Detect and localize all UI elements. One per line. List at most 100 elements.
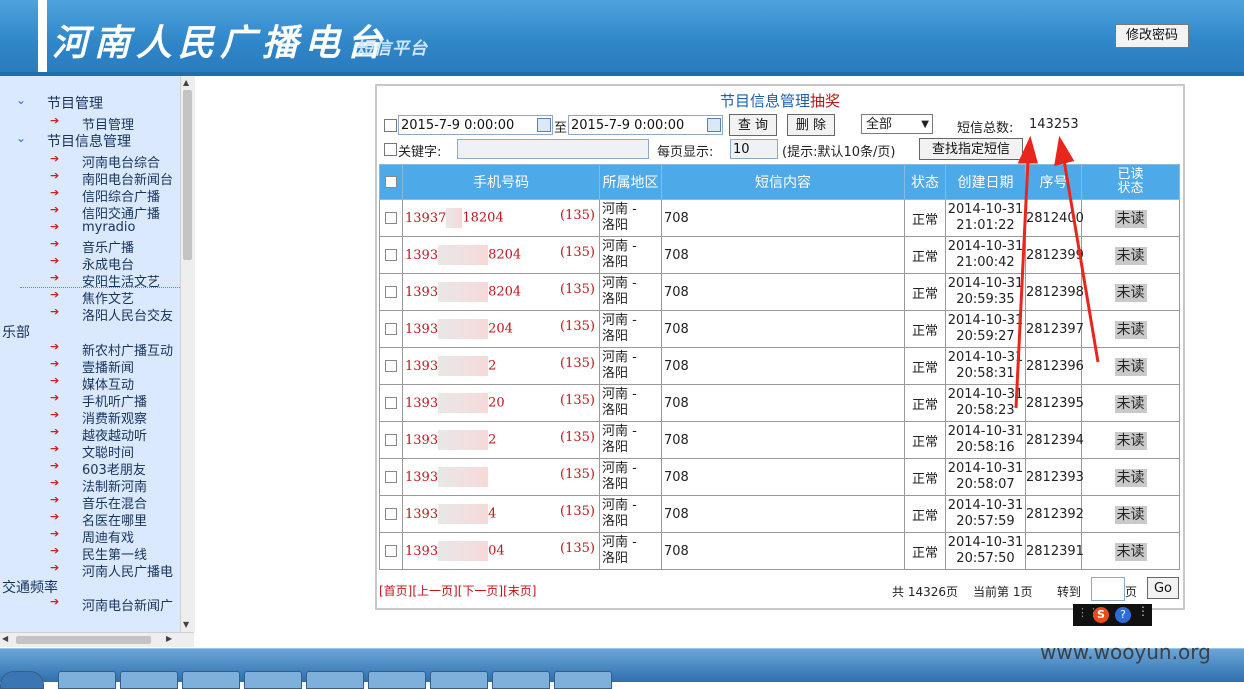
sidebar-horizontal-scrollbar[interactable]: ◀ ▶ (0, 632, 194, 647)
table-row: 1393 2 (135) 河南 - 洛阳 708 正常 2014-10-31 20:58:16 2… (379, 421, 1180, 459)
region-cell: 河南 - 洛阳 (599, 458, 662, 496)
taskbar-app[interactable] (58, 671, 116, 689)
read-status-cell[interactable]: 未读 (1081, 236, 1180, 274)
first-page-link[interactable]: [首页] (379, 584, 412, 598)
col-content: 短信内容 (661, 164, 905, 200)
start-button[interactable] (0, 671, 44, 689)
taskbar-app[interactable] (554, 671, 612, 689)
col-status: 状态 (904, 164, 946, 200)
date-cell: 2014-10-31 20:58:16 (945, 421, 1026, 459)
seq-cell: 2812398 (1025, 273, 1084, 311)
sogou-icon[interactable]: S (1093, 607, 1109, 623)
unread-badge[interactable]: 未读 (1114, 432, 1147, 450)
taskbar-app[interactable] (120, 671, 178, 689)
ime-toolbar[interactable]: ⋮⋮ S ? ⋮ (1073, 604, 1152, 626)
taskbar-app[interactable] (368, 671, 426, 689)
row-checkbox[interactable] (385, 434, 397, 446)
phone-cell: 1393 8204 (135) (402, 273, 600, 311)
row-checkbox[interactable] (385, 397, 397, 409)
unread-badge[interactable]: 未读 (1114, 358, 1147, 376)
help-icon[interactable]: ? (1115, 607, 1131, 623)
read-status-cell[interactable]: 未读 (1081, 199, 1180, 237)
read-status-cell[interactable]: 未读 (1081, 384, 1180, 422)
row-checkbox[interactable] (385, 471, 397, 483)
scrollbar-thumb[interactable] (16, 636, 151, 644)
row-select-cell[interactable] (379, 384, 403, 422)
keyword-input[interactable] (457, 139, 649, 159)
row-select-cell[interactable] (379, 273, 403, 311)
row-checkbox[interactable] (385, 212, 397, 224)
status-select[interactable]: 全部 ▼ (861, 114, 933, 134)
date-from-input[interactable]: 2015-7-9 0:00:00 (398, 115, 553, 135)
per-page-input[interactable]: 10 (730, 139, 778, 159)
unread-badge[interactable]: 未读 (1114, 506, 1147, 524)
read-status-cell[interactable]: 未读 (1081, 421, 1180, 459)
unread-badge[interactable]: 未读 (1114, 210, 1147, 228)
keyword-filter-checkbox[interactable] (384, 143, 397, 156)
read-status-cell[interactable]: 未读 (1081, 458, 1180, 496)
read-status-cell[interactable]: 未读 (1081, 495, 1180, 533)
read-status-cell[interactable]: 未读 (1081, 532, 1180, 570)
row-checkbox[interactable] (385, 360, 397, 372)
row-select-cell[interactable] (379, 347, 403, 385)
query-button[interactable]: 查 询 (729, 114, 777, 136)
sidebar: ⌄ 节目管理 ➔ 节目管理 ⌄ 节目信息管理 ➔ 河南电台综合 ➔ 南阳电台新闻台 … (0, 76, 180, 632)
change-password-button[interactable]: 修改密码 (1115, 24, 1189, 48)
date-cell: 2014-10-31 20:59:27 (945, 310, 1026, 348)
scroll-up-icon[interactable]: ▲ (183, 78, 189, 87)
arrow-right-icon: ➔ (50, 425, 60, 438)
find-sms-button[interactable]: 查找指定短信 (919, 138, 1023, 160)
row-checkbox[interactable] (385, 286, 397, 298)
sidebar-vertical-scrollbar[interactable]: ▲ ▼ (180, 76, 195, 632)
read-status-cell[interactable]: 未读 (1081, 310, 1180, 348)
next-page-link[interactable]: [下一页] (458, 584, 503, 598)
calendar-icon[interactable] (707, 118, 721, 132)
redacted-blur (438, 356, 489, 376)
goto-page-input[interactable] (1091, 577, 1125, 601)
scrollbar-thumb[interactable] (183, 90, 192, 260)
unread-badge[interactable]: 未读 (1114, 247, 1147, 265)
table-row: 1393 20 (135) 河南 - 洛阳 708 正常 2014-10-31 20:58:23… (379, 384, 1180, 422)
taskbar-app[interactable] (244, 671, 302, 689)
delete-button[interactable]: 删 除 (787, 114, 835, 136)
row-checkbox[interactable] (385, 508, 397, 520)
go-button[interactable]: Go (1147, 577, 1179, 599)
phone-cell: 1393 20 (135) (402, 384, 600, 422)
row-select-cell[interactable] (379, 310, 403, 348)
read-status-cell[interactable]: 未读 (1081, 347, 1180, 385)
taskbar-app[interactable] (306, 671, 364, 689)
seq-cell: 2812395 (1025, 384, 1084, 422)
date-to-input[interactable]: 2015-7-9 0:00:00 (568, 115, 723, 135)
taskbar-app[interactable] (182, 671, 240, 689)
lottery-link[interactable]: 抽奖 (810, 92, 840, 110)
row-checkbox[interactable] (385, 249, 397, 261)
select-all-header[interactable] (379, 164, 403, 200)
taskbar-app[interactable] (430, 671, 488, 689)
unread-badge[interactable]: 未读 (1114, 395, 1147, 413)
table-row: 13937 18204 (135) 河南 - 洛阳 708 正常 2014-10-31 21:0… (379, 199, 1180, 237)
row-checkbox[interactable] (385, 545, 397, 557)
select-all-checkbox[interactable] (385, 176, 397, 188)
table-row: 1393 (135) 河南 - 洛阳 708 正常 2014-10-31 20:58:07 28… (379, 458, 1180, 496)
taskbar-app[interactable] (492, 671, 550, 689)
row-select-cell[interactable] (379, 421, 403, 459)
prev-page-link[interactable]: [上一页] (412, 584, 457, 598)
row-select-cell[interactable] (379, 199, 403, 237)
row-select-cell[interactable] (379, 236, 403, 274)
read-status-cell[interactable]: 未读 (1081, 273, 1180, 311)
unread-badge[interactable]: 未读 (1114, 469, 1147, 487)
scroll-down-icon[interactable]: ▼ (183, 620, 189, 629)
scroll-left-icon[interactable]: ◀ (2, 634, 8, 643)
menu-icon[interactable]: ⋮ (1137, 604, 1149, 618)
row-checkbox[interactable] (385, 323, 397, 335)
unread-badge[interactable]: 未读 (1114, 543, 1147, 561)
calendar-icon[interactable] (537, 118, 551, 132)
row-select-cell[interactable] (379, 532, 403, 570)
unread-badge[interactable]: 未读 (1114, 284, 1147, 302)
unread-badge[interactable]: 未读 (1114, 321, 1147, 339)
date-filter-checkbox[interactable] (384, 119, 397, 132)
scroll-right-icon[interactable]: ▶ (166, 634, 172, 643)
row-select-cell[interactable] (379, 495, 403, 533)
row-select-cell[interactable] (379, 458, 403, 496)
last-page-link[interactable]: [末页] (503, 584, 536, 598)
